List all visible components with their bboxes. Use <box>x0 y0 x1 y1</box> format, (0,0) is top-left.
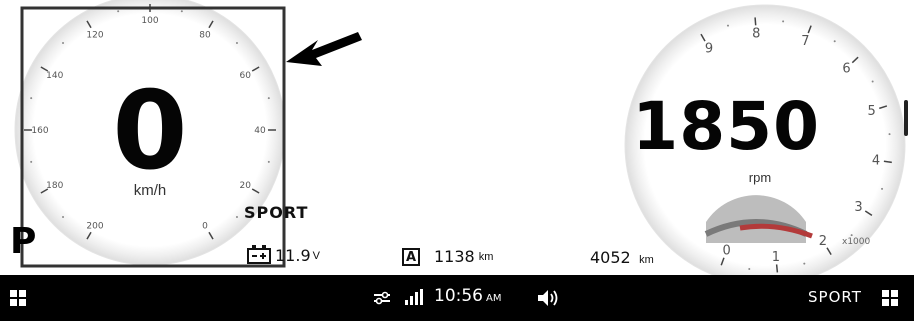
battery-icon <box>247 244 271 264</box>
tachometer-minor-tick <box>803 262 806 265</box>
trip-readout: A 1138 km <box>402 247 493 266</box>
speedometer-tick-label: 100 <box>141 16 158 26</box>
tachometer-tick-label: 7 <box>801 34 809 49</box>
speedometer-minor-tick <box>180 10 183 13</box>
speedometer-minor-tick <box>30 97 33 100</box>
status-bar: 10:56 AM SPORT <box>0 275 914 321</box>
instrument-cluster: 0 20 40 60 80 100 120 140 160 180 200 0 1 2 3 4 5 6 7 8 9 x… <box>0 0 914 275</box>
tachometer-minor-tick <box>850 234 853 237</box>
status-mode-label: SPORT <box>808 288 862 306</box>
speedometer-minor-tick <box>30 160 33 163</box>
speedometer-tick-label: 200 <box>86 221 103 231</box>
tachometer-minor-tick <box>888 133 891 136</box>
tachometer-minor-tick <box>748 268 751 271</box>
speedometer-minor-tick <box>267 97 270 100</box>
clock-time: 10:56 <box>434 286 483 306</box>
tachometer-tick-label: 0 <box>723 244 731 259</box>
tachometer-tick-label: 9 <box>705 41 713 56</box>
side-handle[interactable] <box>904 100 908 136</box>
clock-ampm: AM <box>486 293 502 304</box>
rpm-value: 1850 <box>632 88 820 165</box>
speedometer-minor-tick <box>62 215 65 218</box>
tachometer-tick-label: 3 <box>854 200 862 215</box>
trip-a-icon: A <box>402 247 420 266</box>
speedometer-tick-label: 140 <box>46 71 63 81</box>
tachometer-tick-label: 4 <box>872 153 880 168</box>
settings-sliders-icon[interactable] <box>373 290 391 306</box>
speedometer-tick-label: 20 <box>240 181 252 191</box>
speedometer-minor-tick <box>62 42 65 45</box>
tachometer-tick-label: 8 <box>752 27 760 42</box>
gear-indicator: P <box>10 221 37 262</box>
trip-value: 1138 <box>434 247 475 266</box>
speed-unit: km/h <box>133 182 167 199</box>
speedometer-tick-label: 160 <box>31 126 48 136</box>
speedometer-tick-label: 0 <box>202 221 208 231</box>
speedometer-minor-tick <box>117 10 120 13</box>
tachometer-tick-label: 5 <box>868 104 876 119</box>
apps-grid-icon[interactable] <box>882 290 898 306</box>
battery-unit: V <box>312 249 320 262</box>
trip-unit: km <box>478 250 494 263</box>
speedometer-tick-label: 40 <box>254 126 266 136</box>
tachometer-tick-label: 6 <box>842 61 850 76</box>
clock: 10:56 AM <box>434 286 501 306</box>
tachometer-minor-tick <box>782 20 785 23</box>
battery-value: 11.9 <box>275 246 311 265</box>
tachometer-minor-tick <box>881 187 884 190</box>
tachometer-tick-label: 1 <box>772 250 780 265</box>
speedometer-minor-tick <box>235 42 238 45</box>
speedometer-tick-label: 180 <box>46 181 63 191</box>
speedometer-tick-label: 120 <box>86 31 103 41</box>
speedometer-tick-label: 80 <box>199 31 211 41</box>
tachometer-minor-tick <box>726 24 729 27</box>
volume-icon[interactable] <box>537 289 559 307</box>
apps-grid-icon[interactable] <box>10 290 26 306</box>
speed-value: 0 <box>112 69 188 194</box>
rpm-unit: rpm <box>748 170 772 185</box>
speedometer-minor-tick <box>267 160 270 163</box>
tachometer-minor-tick <box>833 40 836 43</box>
rpm-multiplier: x1000 <box>842 237 871 247</box>
tachometer-minor-tick <box>871 80 874 83</box>
odometer-value: 4052 <box>590 248 631 267</box>
signal-icon <box>405 289 423 305</box>
odometer-readout: 4052 km <box>590 248 654 268</box>
tachometer-tick <box>754 17 757 26</box>
tachometer-tick <box>775 264 779 273</box>
battery-readout: 11.9 V <box>247 244 320 265</box>
tachometer-tick-label: 2 <box>819 234 827 249</box>
odometer-unit: km <box>639 254 654 266</box>
annotation-arrow <box>286 32 362 66</box>
drive-mode-label: SPORT <box>244 203 309 222</box>
speedometer-tick-label: 60 <box>240 71 252 81</box>
speedometer-minor-tick <box>235 215 238 218</box>
